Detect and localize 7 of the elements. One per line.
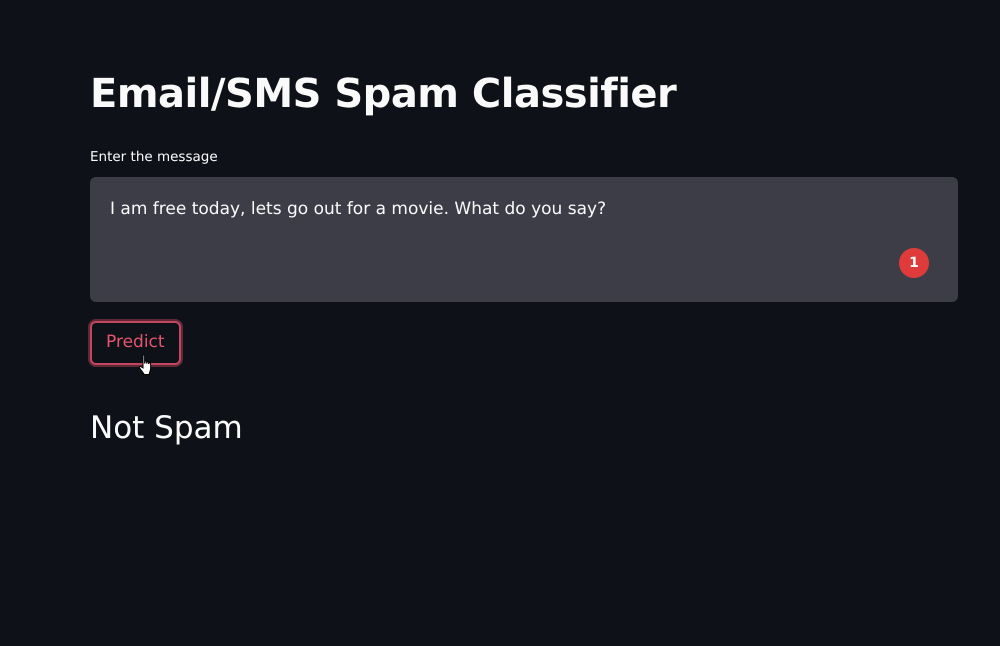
page-title: Email/SMS Spam Classifier <box>90 70 678 118</box>
count-badge[interactable]: 1 <box>899 248 929 278</box>
field-label: Enter the message <box>90 148 218 167</box>
pointer-cursor-icon <box>138 354 154 376</box>
predict-button[interactable]: Predict <box>90 321 181 365</box>
result-text: Not Spam <box>90 408 244 448</box>
message-field[interactable]: I am free today, lets go out for a movie. What do you say? 1 <box>90 177 958 302</box>
